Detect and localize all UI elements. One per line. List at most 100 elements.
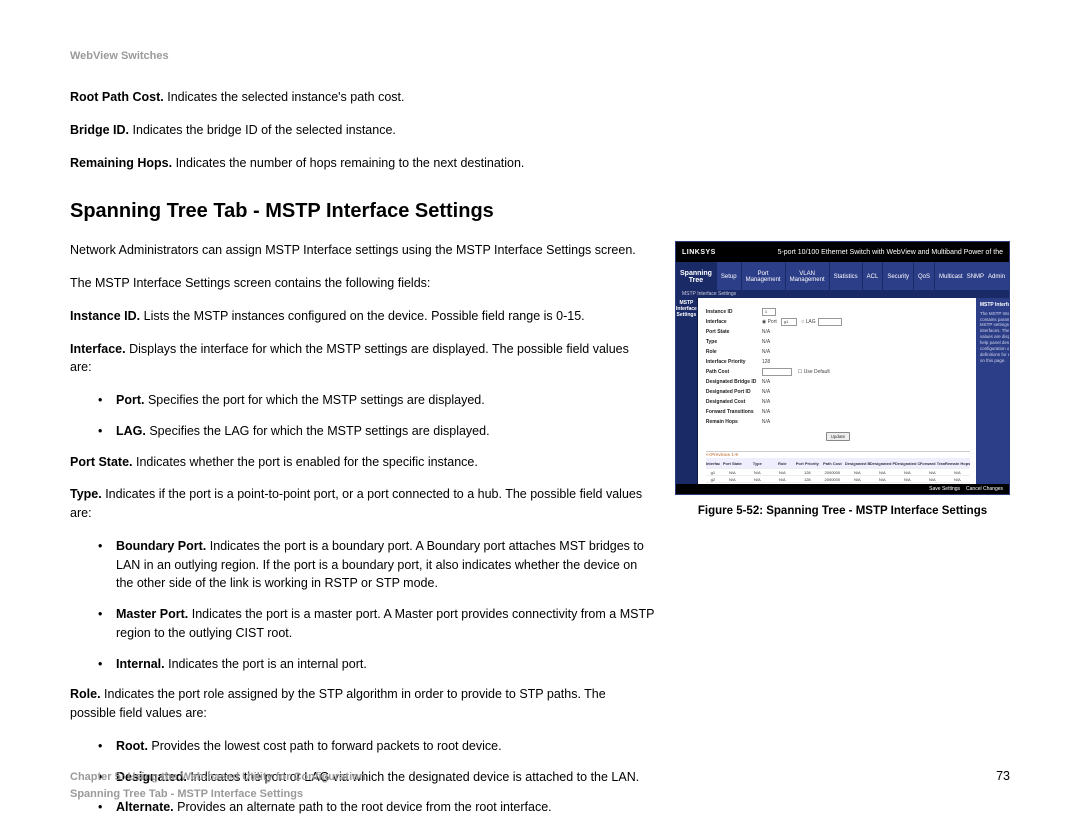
ss-footer-bar: Save Settings Cancel Changes	[676, 484, 1009, 494]
ss-cancel-button[interactable]: Cancel Changes	[966, 486, 1003, 492]
list-item: Port. Specifies the port for which the M…	[70, 391, 655, 410]
ss-product: 5-port 10/100 Ethernet Switch with WebVi…	[778, 249, 1003, 256]
ss-label: Port State	[706, 329, 762, 335]
ss-table-row: g2N/AN/AN/A1282000000N/AN/AN/AN/AN/A	[706, 476, 970, 483]
term: LAG.	[116, 424, 146, 438]
list-item: Root. Provides the lowest cost path to f…	[70, 737, 655, 756]
ss-tab[interactable]: Security	[883, 262, 914, 290]
term-text: Indicates if the port is a point-to-poin…	[70, 487, 642, 520]
term: Bridge ID.	[70, 123, 129, 137]
ss-checkbox[interactable]: ☐ Use Default	[798, 369, 830, 375]
section-title: Spanning Tree Tab - MSTP Interface Setti…	[70, 200, 1010, 223]
ss-value: N/A	[762, 419, 770, 425]
ss-pager[interactable]: <<Previous 1-9	[706, 452, 970, 457]
term-text: Indicates the port is an internal port.	[165, 657, 367, 671]
term: Internal.	[116, 657, 165, 671]
type-bullet-list: Boundary Port. Indicates the port is a b…	[70, 537, 655, 674]
def-type: Type. Indicates if the port is a point-t…	[70, 485, 645, 523]
term: Root Path Cost.	[70, 90, 164, 104]
paragraph: The MSTP Interface Settings screen conta…	[70, 274, 645, 293]
ss-table-row: g1N/AN/AN/A1282000000N/AN/AN/AN/AN/A	[706, 469, 970, 476]
ss-radio[interactable]: ◉ Port	[762, 319, 777, 325]
ss-input[interactable]	[762, 368, 792, 376]
term: Instance ID.	[70, 309, 140, 323]
term: Port State.	[70, 455, 133, 469]
list-item: Boundary Port. Indicates the port is a b…	[70, 537, 655, 593]
ss-value: N/A	[762, 379, 770, 385]
list-item: LAG. Specifies the LAG for which the MST…	[70, 422, 655, 441]
ss-tab[interactable]: SNMP	[967, 274, 984, 281]
ss-label: Path Cost	[706, 369, 762, 375]
def-port-state: Port State. Indicates whether the port i…	[70, 453, 645, 472]
list-item: Internal. Indicates the port is an inter…	[70, 655, 655, 674]
term: Type.	[70, 487, 102, 501]
term: Master Port.	[116, 607, 188, 621]
term-text: Provides the lowest cost path to forward…	[148, 739, 502, 753]
ss-value: N/A	[762, 409, 770, 415]
ss-tab[interactable]: Admin	[988, 274, 1005, 281]
ss-label: Designated Port ID	[706, 389, 762, 395]
def-interface: Interface. Displays the interface for wh…	[70, 340, 645, 378]
term: Role.	[70, 687, 101, 701]
content-column: Network Administrators can assign MSTP I…	[70, 241, 655, 829]
page-footer: Chapter 5: Using the Web-based Utility f…	[70, 769, 1010, 802]
ss-dropdown[interactable]: g1	[781, 318, 797, 326]
term-text: Indicates the number of hops remaining t…	[172, 156, 524, 170]
ss-main-tab-selected[interactable]: Spanning Tree	[676, 262, 717, 290]
ss-value: N/A	[762, 329, 770, 335]
term-text: Lists the MSTP instances configured on t…	[140, 309, 584, 323]
term-text: Indicates whether the port is enabled fo…	[133, 455, 478, 469]
footer-section: Spanning Tree Tab - MSTP Interface Setti…	[70, 786, 366, 803]
term-text: Displays the interface for which the MST…	[70, 342, 629, 375]
footer-chapter: Chapter 5: Using the Web-based Utility f…	[70, 769, 366, 786]
def-bridge-id: Bridge ID. Indicates the bridge ID of th…	[70, 121, 970, 140]
ss-tab[interactable]: Logout	[1009, 274, 1010, 281]
ss-form-area: Instance ID1 Interface ◉ Port g1 ○ LAG P…	[698, 298, 976, 494]
term: Interface.	[70, 342, 126, 356]
ss-tab[interactable]: Statistics	[830, 262, 863, 290]
ss-top-nav: Spanning Tree Setup Port Management VLAN…	[676, 262, 1009, 290]
page-number: 73	[996, 769, 1010, 783]
ss-label: Designated Bridge ID	[706, 379, 762, 385]
list-item: Master Port. Indicates the port is a mas…	[70, 605, 655, 643]
ss-update-button[interactable]: Update	[826, 432, 851, 441]
ss-brand-bar: LINKSYS 5-port 10/100 Ethernet Switch wi…	[676, 242, 1009, 262]
ss-table-header-row: Interface Port State Type Role Port Prio…	[706, 458, 970, 469]
term: Alternate.	[116, 800, 174, 814]
ss-label: Designated Cost	[706, 399, 762, 405]
ss-tab[interactable]: Setup	[717, 262, 742, 290]
ss-value: N/A	[762, 399, 770, 405]
ss-label: Remain Hops	[706, 419, 762, 425]
ss-side-label: MSTP Interface Settings	[676, 298, 698, 494]
term-text: Specifies the port for which the MSTP se…	[144, 393, 484, 407]
term-text: Specifies the LAG for which the MSTP set…	[146, 424, 490, 438]
term: Remaining Hops.	[70, 156, 172, 170]
term-text: Indicates the bridge ID of the selected …	[129, 123, 396, 137]
ss-dropdown[interactable]	[818, 318, 842, 326]
ss-label: Forward Transitions	[706, 409, 762, 415]
term-text: Provides an alternate path to the root d…	[174, 800, 552, 814]
ss-label: Role	[706, 349, 762, 355]
ss-help-title: MSTP Interface Settings	[980, 302, 1010, 309]
term: Port.	[116, 393, 144, 407]
interface-bullet-list: Port. Specifies the port for which the M…	[70, 391, 655, 441]
ss-tab[interactable]: ACL	[863, 262, 884, 290]
ss-tab[interactable]: VLAN Management	[786, 262, 830, 290]
term: Boundary Port.	[116, 539, 206, 553]
ss-tab[interactable]: Port Management	[742, 262, 786, 290]
ss-radio[interactable]: ○ LAG	[801, 319, 815, 325]
def-remaining-hops: Remaining Hops. Indicates the number of …	[70, 154, 970, 173]
ss-tab[interactable]: Multicast	[939, 274, 963, 281]
ss-value: N/A	[762, 389, 770, 395]
ss-dropdown[interactable]: 1	[762, 308, 776, 316]
figure-caption: Figure 5-52: Spanning Tree - MSTP Interf…	[675, 505, 1010, 517]
ss-help-body: The MSTP Interface tab contains paramete…	[980, 311, 1010, 364]
term: Root.	[116, 739, 148, 753]
ss-label: Interface	[706, 319, 762, 325]
def-role: Role. Indicates the port role assigned b…	[70, 685, 645, 723]
paragraph: Network Administrators can assign MSTP I…	[70, 241, 645, 260]
ss-tab[interactable]: QoS	[914, 262, 935, 290]
ss-save-button[interactable]: Save Settings	[929, 486, 960, 492]
ss-value: 128	[762, 359, 770, 365]
ss-value: N/A	[762, 349, 770, 355]
